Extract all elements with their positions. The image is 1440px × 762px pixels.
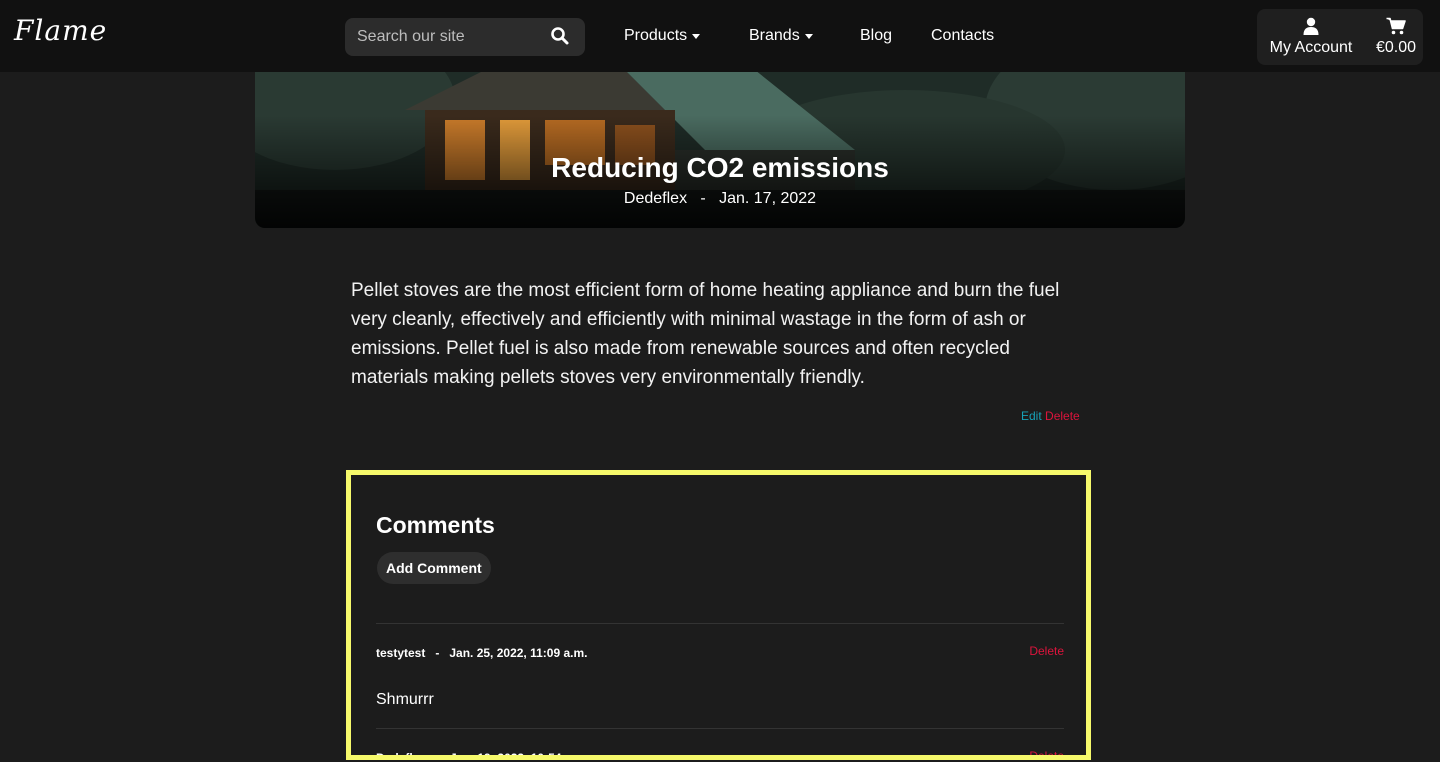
post-author: Dedeflex — [623, 190, 688, 207]
comment-meta: testytest - Jan. 25, 2022, 11:09 a.m. — [376, 646, 588, 660]
cart-link[interactable]: €0.00 — [1371, 9, 1421, 65]
delete-post-link[interactable]: Delete — [1045, 409, 1080, 423]
user-icon — [1303, 17, 1319, 35]
comment-item: Dedeflex - Jan. 19, 2022, 10:54 a.m. Del… — [376, 728, 1064, 760]
nav-contacts-label: Contacts — [931, 27, 995, 44]
post-actions: Edit Delete — [1021, 409, 1080, 423]
comment-body: Shmurrr — [376, 691, 434, 708]
comments-section: Comments Add Comment testytest - Jan. 25… — [346, 470, 1091, 760]
post-meta: Dedeflex - Jan. 17, 2022 — [255, 190, 1185, 208]
caret-down-icon — [692, 33, 701, 39]
nav-brands[interactable]: Brands — [749, 27, 813, 45]
delete-comment-link[interactable]: Delete — [1029, 749, 1064, 755]
site-logo[interactable]: Flame — [14, 14, 107, 47]
post-body: Pellet stoves are the most efficient for… — [351, 280, 1060, 388]
search-icon[interactable] — [550, 26, 570, 46]
cart-icon — [1386, 17, 1406, 35]
comments-title: Comments — [376, 512, 495, 538]
edit-post-link[interactable]: Edit — [1021, 409, 1042, 423]
search-bar — [345, 18, 585, 56]
add-comment-button[interactable]: Add Comment — [377, 552, 491, 584]
comment-date: Jan. 25, 2022, 11:09 a.m. — [449, 646, 588, 660]
nav-blog-label: Blog — [860, 27, 893, 44]
post-date: Jan. 17, 2022 — [719, 190, 817, 207]
nav-contacts[interactable]: Contacts — [931, 27, 994, 45]
caret-down-icon — [804, 33, 813, 39]
comment-author: Dedeflex — [376, 751, 427, 760]
my-account-label: My Account — [1269, 39, 1353, 56]
navbar: Flame Products Brands Blog Contacts My A… — [0, 0, 1440, 72]
comment-item: testytest - Jan. 25, 2022, 11:09 a.m. De… — [376, 623, 1064, 729]
comment-author: testytest — [376, 646, 426, 660]
comment-date: Jan. 19, 2022, 10:54 a.m. — [450, 751, 589, 760]
post-title: Reducing CO2 emissions — [551, 152, 889, 183]
cart-total: €0.00 — [1375, 39, 1417, 56]
my-account-link[interactable]: My Account — [1265, 9, 1357, 65]
delete-comment-link[interactable]: Delete — [1029, 644, 1064, 658]
account-cart-box: My Account €0.00 — [1257, 9, 1423, 65]
nav-products[interactable]: Products — [624, 27, 701, 45]
meta-separator: - — [700, 190, 706, 207]
nav-brands-label: Brands — [749, 27, 800, 44]
comment-meta: Dedeflex - Jan. 19, 2022, 10:54 a.m. — [376, 751, 589, 760]
nav-products-label: Products — [624, 27, 688, 44]
nav-blog[interactable]: Blog — [860, 27, 892, 45]
search-input[interactable] — [345, 18, 540, 56]
